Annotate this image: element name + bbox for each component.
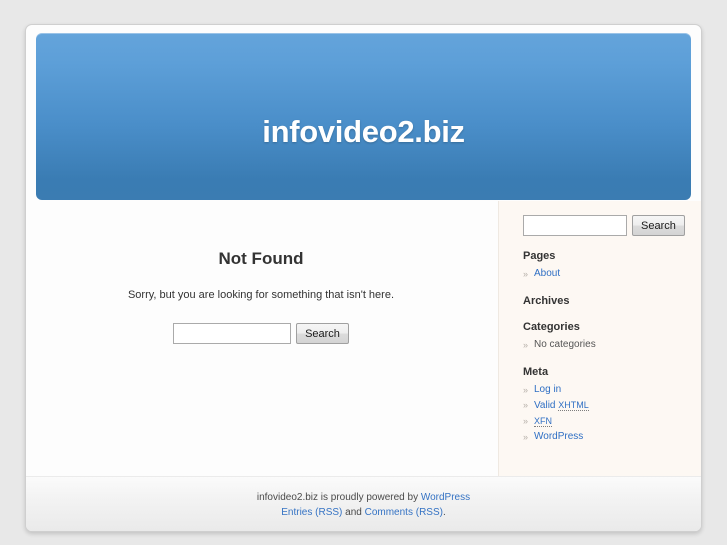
widget-archives: Archives xyxy=(499,281,701,307)
sidebar-search-form: Search xyxy=(499,201,701,236)
footer-and-text: and xyxy=(342,507,365,518)
widget-link[interactable]: XFN xyxy=(534,416,552,427)
site-title[interactable]: infovideo2.biz xyxy=(36,114,691,150)
widget-link[interactable]: About xyxy=(534,268,560,279)
abbreviation: XHTML xyxy=(558,400,589,411)
abbreviation: XFN xyxy=(534,416,552,427)
widget-title: Categories xyxy=(523,321,580,333)
widget-list: » No categories xyxy=(523,333,701,352)
list-item: » WordPress xyxy=(523,429,701,444)
widget-link[interactable]: Log in xyxy=(534,384,561,395)
main-search-form: Search xyxy=(26,301,496,344)
widget-empty-text: No categories xyxy=(534,339,596,350)
bullet-icon: » xyxy=(523,432,529,442)
wordpress-link[interactable]: WordPress xyxy=(421,492,470,503)
not-found-message: Sorry, but you are looking for something… xyxy=(127,289,395,301)
footer-credit: infovideo2.biz is proudly powered by Wor… xyxy=(26,477,701,520)
widget-link[interactable]: WordPress xyxy=(534,431,583,442)
widget-pages: Pages » About xyxy=(499,236,701,281)
bullet-icon: » xyxy=(523,385,529,395)
widget-link[interactable]: Valid XHTML xyxy=(534,400,589,411)
search-input[interactable] xyxy=(173,323,292,344)
page-container: infovideo2.biz Not Found Sorry, but you … xyxy=(25,24,702,532)
list-item: » Valid XHTML xyxy=(523,397,701,413)
widget-title: Pages xyxy=(523,250,556,262)
widget-categories: Categories » No categories xyxy=(499,307,701,352)
bullet-icon: » xyxy=(523,340,529,350)
bullet-icon: » xyxy=(523,269,529,279)
bullet-icon: » xyxy=(523,400,529,410)
main-content: Not Found Sorry, but you are looking for… xyxy=(26,201,496,501)
list-item: » No categories xyxy=(523,337,701,352)
widget-list: » About xyxy=(523,262,701,281)
search-button[interactable]: Search xyxy=(296,323,349,344)
list-item: » About xyxy=(523,266,701,281)
comments-rss-link[interactable]: Comments (RSS) xyxy=(365,507,443,518)
widget-area: Pages » About Archives Categories » No categor… xyxy=(499,236,701,444)
sidebar: Search Pages » About Archives Categories » No … xyxy=(498,201,701,501)
content-wrapper: Not Found Sorry, but you are looking for… xyxy=(26,201,701,501)
list-item: » Log in xyxy=(523,382,701,397)
footer-credit-text: infovideo2.biz is proudly powered by xyxy=(256,492,421,503)
sidebar-search-input[interactable] xyxy=(523,215,627,236)
site-header-banner: infovideo2.biz xyxy=(36,33,691,200)
bullet-icon: » xyxy=(523,416,529,426)
site-footer: infovideo2.biz is proudly powered by Wor… xyxy=(26,476,701,531)
widget-title: Archives xyxy=(523,295,570,307)
list-item: » XFN xyxy=(523,413,701,429)
footer-period: . xyxy=(442,507,446,518)
sidebar-search-button[interactable]: Search xyxy=(632,215,685,236)
entries-rss-link[interactable]: Entries (RSS) xyxy=(281,507,342,518)
widget-title: Meta xyxy=(523,366,549,378)
widget-list: » Log in » Valid XHTML » XFN » WordPress xyxy=(523,378,701,444)
widget-meta: Meta » Log in » Valid XHTML » XFN » WordPress xyxy=(499,352,701,444)
page-title: Not Found xyxy=(218,249,304,268)
